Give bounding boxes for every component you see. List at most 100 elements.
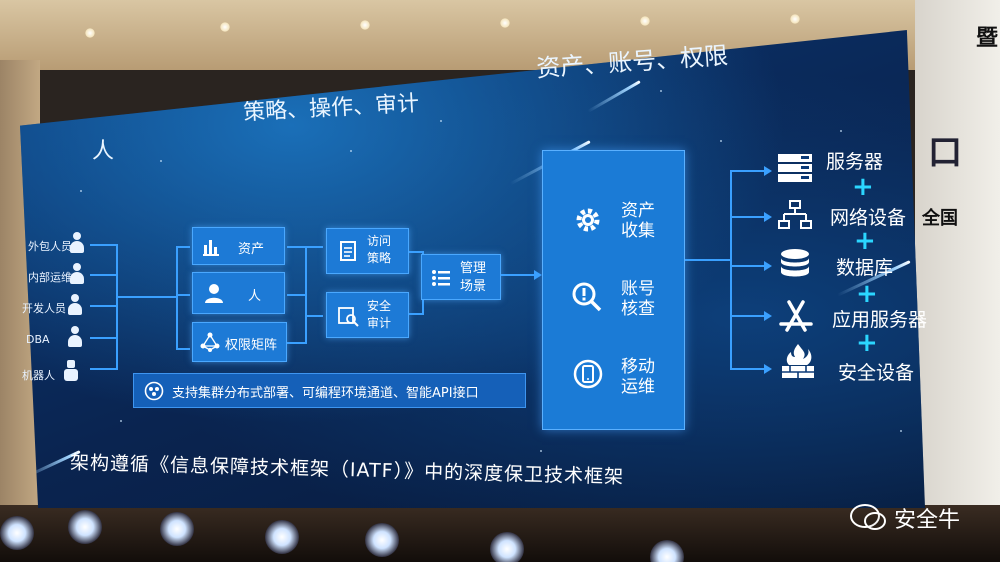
resource-label: 安全设备 [838,362,915,384]
star [840,130,842,132]
ceiling-lamp [790,14,800,24]
connector [307,315,323,317]
light-streak [587,80,641,113]
plus-icon: + [856,328,878,358]
connector [287,294,305,296]
connector [176,348,190,350]
ceiling-lamp [85,28,95,38]
person-label: 内部运维 [28,271,72,284]
firewall-icon [782,344,814,378]
network-graph-icon [200,332,220,352]
connector [307,246,323,248]
box-permission-matrix: 权限矩阵 [192,322,287,362]
plus-icon: + [852,172,874,202]
core-panel: 资产 收集 账号 核查 移动 运维 [542,150,685,430]
heading-person: 人 [92,139,115,164]
star [660,90,662,92]
arrow-head [764,212,772,222]
connector [730,216,766,218]
box-access-policy: 访问 策略 [326,228,409,274]
star [160,160,162,162]
list-icon [432,270,450,286]
connector [730,368,766,370]
panel-label: 资产 收集 [621,201,655,241]
connector [730,170,766,172]
person-headset-icon [68,263,86,285]
bar-chart-icon [203,240,219,256]
banner-char: 暨 [976,26,999,51]
resource-label: 应用服务器 [832,309,928,331]
info-bar-label: 支持集群分布式部署、可编程环境通道、智能API接口 [172,386,479,401]
box-label: 人 [248,289,262,304]
wechat-icon-bubble [864,512,886,530]
gear-icon [576,208,600,232]
stage-spotlight [265,520,299,554]
connector [90,305,116,307]
box-label: 安全 审计 [367,299,392,330]
star [440,120,442,122]
box-label: 管理 场景 [460,261,487,294]
connector [90,244,116,246]
ceiling-lamp [220,22,230,32]
box-label: 访问 策略 [367,234,392,265]
box-label: 资产 [238,242,265,257]
server-icon [778,154,812,182]
ceiling-lamp [640,16,650,26]
stage-spotlight [365,523,399,557]
connector [287,246,305,248]
connector [90,274,116,276]
arrow-head [764,261,772,271]
connector [116,244,118,370]
connector [90,368,116,370]
document-icon [340,241,356,261]
star [720,140,722,142]
connector [409,251,423,253]
stage-spotlight [68,510,102,544]
connector [90,337,116,339]
star [540,450,542,452]
banner-char: 全国 [922,208,958,229]
star [120,420,122,422]
panel-label: 账号 核查 [621,279,655,319]
box-label: 权限矩阵 [225,338,278,353]
stage-spotlight [160,512,194,546]
network-topology-icon [778,200,812,229]
connector [501,274,535,276]
robot-icon [62,360,80,382]
connector [116,296,176,298]
user-icon [205,284,223,303]
box-person: 人 [192,272,285,314]
connector [176,246,190,248]
star [350,150,352,152]
connector [409,313,423,315]
search-alert-icon [572,282,602,312]
connector [287,342,305,344]
watermark-label: 安全牛 [894,508,961,533]
person-label: 机器人 [22,369,55,382]
connector [176,294,190,296]
connector [730,170,732,370]
ceiling-lamp [500,18,510,28]
person-label: 外包人员 [28,240,72,253]
panel-label: 移动 运维 [621,357,655,397]
info-bar: 支持集群分布式部署、可编程环境通道、智能API接口 [133,373,526,408]
arrow-head [764,166,772,176]
connector [305,246,307,344]
watermark: 安全牛 [850,498,990,538]
person-label: DBA [26,333,50,346]
connector [685,259,731,261]
plus-icon: + [854,226,876,256]
connector [730,265,766,267]
arrow-head [534,270,542,280]
stage-spotlight [490,532,524,562]
resource-label: 服务器 [826,151,884,173]
connector [730,315,766,317]
person-developer-icon [66,294,84,316]
tablet-icon [573,359,603,389]
star [80,190,82,192]
box-management-scenario: 管理 场景 [421,254,501,300]
banner-char: 口 [928,133,962,173]
person-x-icon [68,232,86,254]
arrow-head [764,311,772,321]
person-dba-icon [66,326,84,348]
